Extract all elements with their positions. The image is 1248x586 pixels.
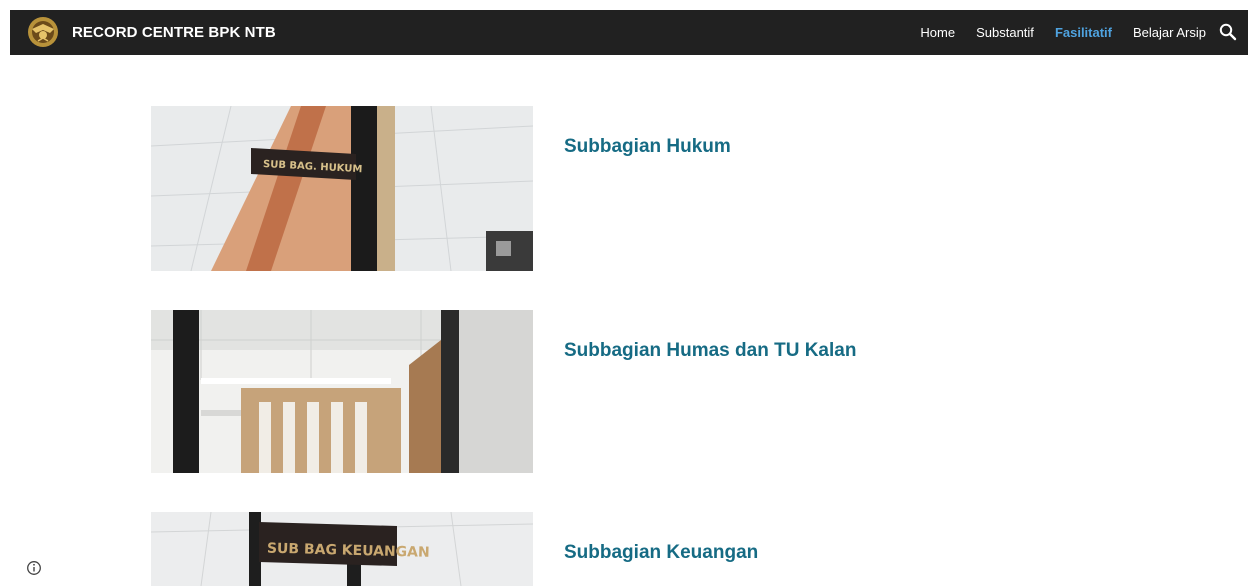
card-image-keuangan[interactable]: SUB BAG KEUANGAN bbox=[151, 512, 533, 586]
site-title[interactable]: RECORD CENTRE BPK NTB bbox=[72, 10, 276, 55]
info-icon[interactable] bbox=[26, 560, 42, 576]
nav-item-fasilitatif[interactable]: Fasilitatif bbox=[1055, 25, 1112, 40]
site-header: RECORD CENTRE BPK NTB Home Substantif Fa… bbox=[10, 10, 1248, 55]
card-title-humas[interactable]: Subbagian Humas dan TU Kalan bbox=[564, 340, 856, 362]
search-icon[interactable] bbox=[1218, 22, 1238, 42]
card-title-hukum[interactable]: Subbagian Hukum bbox=[564, 136, 731, 158]
card-image-humas[interactable] bbox=[151, 310, 533, 473]
office-photo-humas bbox=[151, 310, 533, 473]
nav-item-substantif[interactable]: Substantif bbox=[976, 25, 1034, 40]
bpk-emblem-icon[interactable] bbox=[26, 15, 60, 49]
office-photo-hukum: SUB BAG. HUKUM bbox=[151, 106, 533, 271]
nav-item-belajar-arsip[interactable]: Belajar Arsip bbox=[1133, 25, 1206, 40]
card-title-keuangan[interactable]: Subbagian Keuangan bbox=[564, 542, 758, 564]
card-image-hukum[interactable]: SUB BAG. HUKUM bbox=[151, 106, 533, 271]
office-photo-keuangan: SUB BAG KEUANGAN bbox=[151, 512, 533, 586]
main-nav: Home Substantif Fasilitatif Belajar Arsi… bbox=[899, 10, 1206, 55]
nav-item-home[interactable]: Home bbox=[920, 25, 955, 40]
